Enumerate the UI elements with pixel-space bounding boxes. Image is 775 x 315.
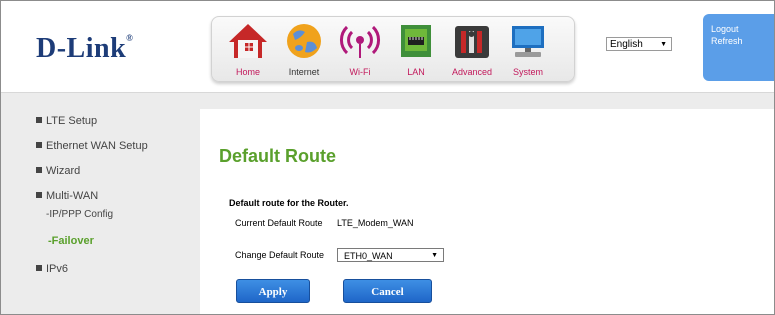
- nav-wifi[interactable]: Wi-Fi: [332, 19, 388, 79]
- globe-icon: [287, 24, 321, 58]
- page-title: Default Route: [219, 146, 336, 166]
- system-computer-icon: [512, 26, 544, 57]
- nav-advanced[interactable]: Advanced: [444, 19, 500, 79]
- sidebar-item-failover[interactable]: -Failover: [48, 235, 94, 247]
- home-icon: [229, 24, 267, 58]
- nav-lan[interactable]: LAN: [388, 19, 444, 79]
- logout-link[interactable]: Logout: [711, 24, 774, 34]
- section-subtitle: Default route for the Router.: [229, 198, 349, 208]
- bullet-icon: [36, 167, 42, 173]
- bullet-icon: [36, 192, 42, 198]
- content-area: LTE Setup Ethernet WAN Setup Wizard Mult…: [1, 93, 774, 314]
- language-select[interactable]: English ▼: [606, 37, 672, 51]
- change-route-select[interactable]: ETH0_WAN ▼: [337, 248, 444, 262]
- current-route-value: LTE_Modem_WAN: [337, 218, 414, 228]
- account-panel: Logout Refresh: [703, 14, 774, 81]
- main-navigation: Home Internet Wi-Fi LAN Advanced System: [211, 16, 575, 82]
- bullet-icon: [36, 265, 42, 271]
- current-route-label: Current Default Route: [235, 218, 323, 228]
- nav-internet[interactable]: Internet: [276, 19, 332, 79]
- wifi-icon: [340, 25, 380, 58]
- sidebar-item-ipv6[interactable]: IPv6: [36, 263, 68, 275]
- router-admin-window: D-Link® Home Internet Wi-Fi LAN Advanced…: [0, 0, 775, 315]
- default-route-panel: Default Route Default route for the Rout…: [200, 109, 774, 314]
- bullet-icon: [36, 142, 42, 148]
- bullet-icon: [36, 117, 42, 123]
- cancel-button[interactable]: Cancel: [343, 279, 432, 303]
- refresh-link[interactable]: Refresh: [711, 36, 774, 46]
- sidebar-item-lte-setup[interactable]: LTE Setup: [36, 115, 97, 127]
- sidebar-item-ethernet-wan-setup[interactable]: Ethernet WAN Setup: [36, 140, 148, 152]
- change-route-label: Change Default Route: [235, 250, 325, 260]
- nav-home[interactable]: Home: [220, 19, 276, 79]
- sidebar-item-multi-wan[interactable]: Multi-WAN: [36, 190, 98, 202]
- dlink-logo: D-Link®: [36, 33, 134, 64]
- dropdown-arrow-icon: ▼: [660, 41, 667, 48]
- header: D-Link® Home Internet Wi-Fi LAN Advanced…: [1, 1, 774, 93]
- apply-button[interactable]: Apply: [236, 279, 310, 303]
- sidebar-item-wizard[interactable]: Wizard: [36, 165, 80, 177]
- sidebar-item-ip-ppp-config[interactable]: -IP/PPP Config: [46, 209, 113, 220]
- advanced-tools-icon: [455, 26, 489, 58]
- lan-icon: [401, 25, 431, 57]
- nav-system[interactable]: System: [500, 19, 556, 79]
- dropdown-arrow-icon: ▼: [431, 252, 438, 259]
